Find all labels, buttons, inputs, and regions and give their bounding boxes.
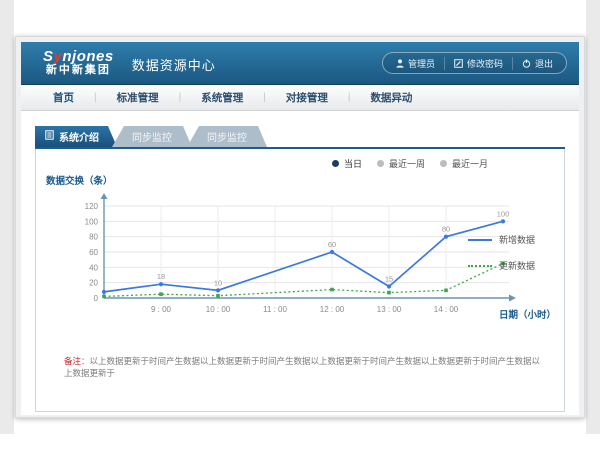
nav-item-system-mgmt[interactable]: 系统管理: [199, 90, 245, 105]
tab-strip: 系统介绍 同步监控 同步监控: [35, 126, 565, 149]
radio-dot-icon: [377, 160, 384, 167]
logo-cn-name: 新中新集团: [43, 65, 114, 77]
power-icon: [522, 59, 531, 68]
company-logo: Synjones 新中新集团: [43, 49, 114, 76]
nav-divider: |: [263, 92, 266, 103]
tab-system-intro[interactable]: 系统介绍: [35, 126, 117, 147]
svg-text:10 : 00: 10 : 00: [206, 305, 231, 314]
logo-wordmark: Synjones: [43, 49, 114, 65]
svg-text:60: 60: [89, 248, 98, 257]
footnote-body: ：以上数据更新于时间产生数据以上数据更新于时间产生数据以上数据更新于时间产生数据…: [64, 356, 540, 378]
app-window: Synjones 新中新集团 数据资源中心 管理员 修改密码 退出: [15, 36, 585, 418]
tab-sync-monitor-1[interactable]: 同步监控: [112, 126, 192, 147]
svg-text:120: 120: [85, 202, 99, 211]
svg-text:60: 60: [328, 240, 336, 249]
nav-item-home[interactable]: 首页: [51, 90, 76, 105]
page-title: 数据资源中心: [132, 53, 216, 74]
line-chart: 0 20 40 60 80 100 120 9 : 00 10 : 00 11 : 00 12 : …: [54, 185, 534, 335]
legend-item-new-data: 新增数据: [468, 233, 554, 246]
footnote-prefix: 备注: [64, 356, 81, 366]
window-shadow-right: [586, 0, 600, 434]
tab-sync-monitor-2[interactable]: 同步监控: [187, 126, 267, 147]
svg-text:100: 100: [497, 209, 510, 218]
period-filter-group: 当日 最近一周 最近一月: [332, 157, 488, 170]
document-icon: [45, 130, 54, 143]
svg-text:0: 0: [94, 294, 99, 303]
svg-text:10: 10: [214, 278, 222, 287]
header-bar: Synjones 新中新集团 数据资源中心 管理员 修改密码 退出: [21, 42, 579, 85]
svg-text:20: 20: [89, 279, 98, 288]
radio-today[interactable]: 当日: [332, 157, 362, 170]
svg-text:9 : 00: 9 : 00: [151, 305, 172, 314]
radio-last-month[interactable]: 最近一月: [440, 157, 488, 170]
x-axis-title: 日期（小时）: [499, 307, 556, 321]
chart-panel: 当日 最近一周 最近一月 数据交换（条） 0204060801001209 : …: [35, 149, 565, 412]
blue-line-sample-icon: [468, 239, 492, 241]
svg-text:100: 100: [85, 217, 99, 226]
window-shadow-left: [0, 0, 14, 434]
logout-button[interactable]: 退出: [512, 57, 562, 70]
nav-item-data-change[interactable]: 数据异动: [368, 90, 414, 105]
main-nav: 首页 | 标准管理 | 系统管理 | 对接管理 | 数据异动: [21, 85, 579, 111]
footnote: 备注：以上数据更新于时间产生数据以上数据更新于时间产生数据以上数据更新于时间产生…: [64, 356, 546, 380]
chart-legend: 新增数据 更新数据: [468, 233, 554, 285]
svg-text:80: 80: [89, 233, 98, 242]
svg-text:15: 15: [385, 275, 393, 284]
user-icon: [396, 59, 404, 68]
svg-text:13 : 00: 13 : 00: [377, 305, 402, 314]
radio-dot-icon: [440, 160, 447, 167]
svg-text:18: 18: [157, 272, 165, 281]
nav-item-interface-mgmt[interactable]: 对接管理: [284, 90, 330, 105]
change-password-button[interactable]: 修改密码: [444, 57, 512, 70]
content-area: 系统介绍 同步监控 同步监控 当日 最近一周: [21, 111, 579, 415]
admin-user-button[interactable]: 管理员: [387, 57, 444, 70]
nav-divider: |: [179, 92, 182, 103]
svg-text:11 : 00: 11 : 00: [263, 305, 287, 314]
nav-divider: |: [348, 92, 351, 103]
radio-dot-icon: [332, 160, 339, 167]
nav-divider: |: [94, 92, 97, 103]
edit-icon: [454, 59, 463, 68]
svg-text:12 : 00: 12 : 00: [320, 305, 345, 314]
header-actions: 管理员 修改密码 退出: [382, 52, 567, 74]
svg-text:14 : 00: 14 : 00: [434, 305, 459, 314]
legend-item-updated-data: 更新数据: [468, 259, 554, 272]
svg-text:80: 80: [442, 225, 450, 234]
nav-item-standard-mgmt[interactable]: 标准管理: [115, 90, 161, 105]
radio-last-week[interactable]: 最近一周: [377, 157, 425, 170]
svg-text:40: 40: [89, 263, 98, 272]
green-dotted-sample-icon: [468, 265, 492, 267]
